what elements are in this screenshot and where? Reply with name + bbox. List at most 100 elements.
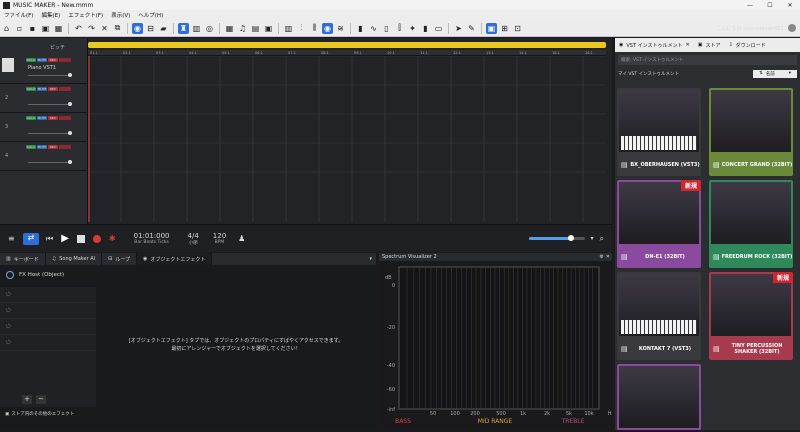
sort-dropdown[interactable]: ⇅ 名前 ▾ (753, 70, 797, 78)
track-menu-button[interactable] (59, 58, 71, 62)
rewind-icon[interactable]: ⏮ (46, 234, 53, 244)
spectrum-close-icon[interactable]: ✕ (606, 254, 610, 260)
tab-vst-instruments[interactable]: ◉ VST インストゥルメント ✕ (615, 42, 694, 49)
arranger-grid[interactable] (88, 56, 606, 222)
track-volume-knob[interactable] (68, 73, 72, 77)
piano-icon[interactable]: ▥ (283, 23, 294, 34)
spectrum-icon[interactable]: ▯ (381, 23, 392, 34)
settings-icon[interactable]: ✱ (109, 234, 116, 243)
instrument-card[interactable]: ▤ BX_OBERHAUSEN (VST3) (617, 88, 701, 176)
tab-loops[interactable]: ⊟ ループ (102, 253, 138, 265)
home-icon[interactable]: ⌂ (1, 23, 12, 34)
track-header[interactable]: 2 SOLO MUTE REC (0, 85, 88, 113)
mode-icon[interactable]: ◉ (132, 22, 143, 34)
draw-icon[interactable]: ✎ (466, 23, 477, 34)
piano-instrument-icon[interactable] (2, 58, 14, 72)
track-solo-button[interactable]: SOLO (26, 87, 36, 91)
export-icon[interactable]: ▦ (53, 23, 64, 34)
remove-effect-button[interactable]: − (36, 395, 46, 404)
master-volume-slider[interactable] (528, 235, 585, 241)
track-name[interactable]: Piano VST1 (28, 65, 56, 71)
menu-view[interactable]: 表示(V) (111, 11, 130, 19)
pointer-icon[interactable]: ➤ (453, 23, 464, 34)
track-volume-knob[interactable] (68, 102, 72, 106)
power-icon[interactable]: ⏻ (6, 291, 11, 299)
track-volume-slider[interactable] (28, 131, 72, 135)
track-solo-button[interactable]: SOLO (26, 58, 36, 62)
track-mute-button[interactable]: MUTE (37, 116, 47, 120)
panel-menu-icon[interactable]: ▾ (369, 256, 372, 262)
tempo-display[interactable]: 120 BPM (213, 232, 226, 245)
menu-edit[interactable]: 編集(E) (41, 11, 60, 19)
power-icon[interactable]: ⏻ (6, 307, 11, 315)
play-icon[interactable]: ▶ (61, 233, 69, 244)
record-icon[interactable] (92, 234, 101, 243)
signature-display[interactable]: 4/4 小節 (188, 232, 199, 246)
power-icon[interactable]: ⏻ (6, 323, 11, 331)
volume-menu-icon[interactable]: ▾ (591, 235, 594, 242)
undo-icon[interactable]: ↶ (73, 23, 84, 34)
save-icon[interactable]: ▣ (40, 23, 51, 34)
note-icon[interactable]: ♫ (237, 23, 248, 34)
zoom-icon[interactable]: ⊞ (499, 23, 510, 34)
wave-icon[interactable]: ∿ (368, 23, 379, 34)
fx-slot[interactable]: ⏻ (0, 303, 96, 319)
fx-slot[interactable]: ⏻ (0, 287, 96, 303)
loop-icon[interactable]: ◎ (204, 23, 215, 34)
tuner-icon[interactable]: ♟ (238, 234, 245, 243)
track-solo-button[interactable]: SOLO (26, 116, 36, 120)
maximize-icon[interactable]: ☐ (760, 2, 780, 9)
track-menu-button[interactable] (59, 116, 71, 120)
track-volume-slider[interactable] (28, 73, 72, 77)
keyboard-icon[interactable]: ▥ (191, 23, 202, 34)
instrument-card[interactable]: 新規 ▤ DN-E1 (32BIT) (617, 180, 701, 268)
track-menu-button[interactable] (59, 87, 71, 91)
tab-downloads[interactable]: ⇩ ダウンロード (724, 42, 769, 49)
instrument-card[interactable]: ▤ KONTAKT 7 (VST3) (617, 272, 701, 360)
cut-icon[interactable]: ✕ (99, 23, 110, 34)
track-mute-button[interactable]: MUTE (37, 58, 47, 62)
split-icon[interactable]: ⊡ (512, 23, 523, 34)
power-icon[interactable]: ⏻ (6, 339, 11, 347)
eq-icon[interactable]: ≋ (335, 23, 346, 34)
fx-host-header[interactable]: FX Host (Object) (0, 265, 376, 285)
instrument-card[interactable]: 新規 ▤ TINY PERCUSSION SHAKER (32BIT) (709, 272, 793, 360)
snap-icon[interactable]: ▣ (486, 22, 497, 34)
stack-icon[interactable]: ▭ (433, 23, 444, 34)
open-icon[interactable]: ▪ (27, 23, 38, 34)
fx-slot[interactable]: ⏻ (0, 335, 96, 351)
tab-object-effects[interactable]: ◉ オブジェクトエフェクト (137, 253, 213, 265)
instrument-card[interactable]: ▤ FREEDRUM ROCK (32BIT) (709, 180, 793, 268)
sparkle-icon[interactable]: ✦ (407, 23, 418, 34)
track-rec-button[interactable]: REC (48, 116, 58, 120)
track-header[interactable]: 1SOLOMUTERECPiano VST1 (0, 56, 88, 84)
stop-icon[interactable] (76, 234, 85, 243)
fx-slot[interactable]: ⏻ (0, 319, 96, 335)
video-icon[interactable]: ▣ (263, 23, 274, 34)
tab-song-maker[interactable]: ♫ Song Maker AI (46, 253, 103, 265)
mixer-icon[interactable]: ⊟ (145, 23, 156, 34)
loop-range-bar[interactable] (88, 42, 606, 48)
grid-icon[interactable]: ▦ (224, 23, 235, 34)
track-rec-button[interactable]: REC (48, 87, 58, 91)
track-rec-button[interactable]: REC (48, 58, 58, 62)
track-volume-knob[interactable] (68, 160, 72, 164)
search-icon[interactable]: ⌕ (600, 234, 604, 244)
close-tab-icon[interactable]: ✕ (686, 42, 690, 48)
search-box[interactable]: 検索: VST インストゥルメント (618, 55, 797, 65)
position-display[interactable]: 01:01:000 Bar Beats Ticks (134, 232, 170, 245)
tab-store[interactable]: ▣ ストア (694, 42, 725, 49)
user-avatar[interactable] (788, 24, 796, 32)
meter-icon[interactable]: ▮ (420, 23, 431, 34)
track-rec-button[interactable]: REC (48, 145, 58, 149)
instrument-card[interactable]: ▤ CONCERT GRAND (32BIT) (709, 88, 793, 176)
menu-effects[interactable]: エフェクト(F) (68, 11, 103, 19)
instrument-card[interactable]: ▤VITA (32BIT) (617, 364, 701, 430)
fader-icon[interactable]: ⫼ (309, 23, 320, 34)
user-greeting[interactable]: こんにちは sourcetester001 (717, 25, 784, 32)
loop-toggle-icon[interactable]: ⇄ (23, 232, 39, 245)
copy-icon[interactable]: ⧉ (112, 23, 123, 34)
store-effects-link[interactable]: ▣ ストア内のその他のエフェクト (5, 411, 74, 418)
spectrum-options-icon[interactable]: ⚙ (599, 254, 603, 260)
track-menu-button[interactable] (59, 145, 71, 149)
